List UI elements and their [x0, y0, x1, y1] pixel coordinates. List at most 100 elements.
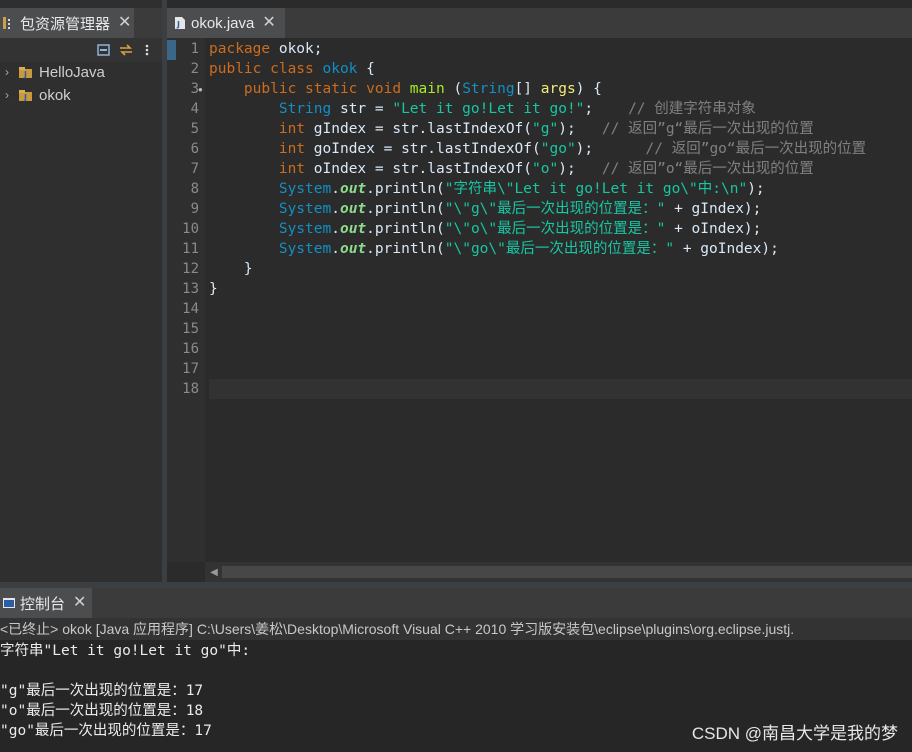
code-text: . — [331, 181, 340, 197]
close-icon[interactable]: ✕ — [73, 595, 86, 611]
code-line-4: String str = "Let it go!Let it go!"; // … — [209, 99, 756, 119]
keyword: int — [278, 141, 306, 157]
code-text: } — [209, 281, 218, 297]
static-field: out — [339, 241, 367, 257]
svg-text:J: J — [176, 20, 180, 29]
code-text: gIndex = str.lastIndexOf( — [305, 121, 533, 137]
code-text: + gIndex); — [665, 201, 762, 217]
tab-label: okok.java — [191, 14, 255, 32]
method-name: main — [401, 81, 445, 97]
console-status-line: <已终止> okok [Java 应用程序] C:\Users\姜松\Deskt… — [0, 618, 912, 640]
code-line-12: } — [209, 259, 253, 279]
tree-item-okok[interactable]: › J okok — [0, 84, 71, 106]
tab-okok-java[interactable]: J okok.java ✕ — [167, 8, 285, 38]
line-number: 6 — [190, 141, 199, 157]
code-text: .println( — [366, 181, 445, 197]
line-number: 11 — [182, 241, 199, 257]
close-icon[interactable]: ✕ — [118, 15, 131, 31]
code-text: .println( — [366, 221, 445, 237]
string-literal: "g" — [532, 121, 559, 137]
code-line-3: public static void main (String[] args) … — [209, 79, 602, 99]
code-text: ); — [747, 181, 765, 197]
string-literal: "字符串\"Let it go!Let it go\"中:\n" — [444, 181, 748, 197]
code-line-8: System.out.println("字符串\"Let it go!Let i… — [209, 179, 765, 199]
string-literal: "Let it go!Let it go!" — [392, 101, 585, 117]
code-text: .println( — [366, 241, 445, 257]
code-line-10: System.out.println("\"o\"最后一次出现的位置是：" + … — [209, 219, 762, 239]
string-literal: "go" — [540, 141, 576, 157]
code-text: . — [331, 241, 340, 257]
line-number: 3 — [190, 81, 199, 97]
class-name: System — [278, 201, 332, 217]
code-line-7: int oIndex = str.lastIndexOf("o"); // 返回… — [209, 159, 814, 179]
class-name: System — [278, 241, 332, 257]
line-number: 17 — [182, 361, 199, 377]
class-name: okok — [313, 61, 358, 77]
line-number: 18 — [182, 381, 199, 397]
tree-item-hellojava[interactable]: › J HelloJava — [0, 61, 105, 83]
code-text: .println( — [366, 201, 445, 217]
chevron-right-icon[interactable]: › — [0, 88, 14, 102]
tab-console[interactable]: 控制台 ✕ — [0, 588, 92, 618]
keyword: public class — [209, 61, 314, 77]
java-project-icon: J — [19, 90, 32, 102]
scroll-left-icon[interactable]: ◀ — [207, 565, 221, 579]
code-text: ( — [444, 81, 463, 97]
keyword: int — [278, 161, 306, 177]
static-field: out — [339, 221, 367, 237]
collapse-all-icon[interactable] — [97, 44, 111, 56]
tree-item-label: okok — [39, 86, 71, 104]
line-number: 16 — [182, 341, 199, 357]
line-number: 12 — [182, 261, 199, 277]
class-name: System — [278, 221, 332, 237]
code-text: ); — [558, 121, 576, 137]
tree-item-label: HelloJava — [39, 63, 105, 81]
code-text: oIndex = str.lastIndexOf( — [305, 161, 533, 177]
line-number: 5 — [190, 121, 199, 137]
code-text: ); — [558, 161, 576, 177]
close-icon[interactable]: ✕ — [262, 15, 275, 31]
string-literal: "\"o\"最后一次出现的位置是：" — [444, 221, 666, 237]
code-line-2: public class okok { — [209, 59, 375, 79]
code-line-6: int goIndex = str.lastIndexOf("go"); // … — [209, 139, 866, 159]
code-line-13: } — [209, 279, 218, 299]
code-text: . — [331, 221, 340, 237]
svg-text:J: J — [23, 70, 27, 79]
scrollbar-thumb[interactable] — [222, 566, 912, 578]
fold-collapse-icon[interactable]: ● — [198, 85, 203, 94]
chevron-right-icon[interactable]: › — [0, 65, 14, 79]
line-number: 7 — [190, 161, 199, 177]
code-text: + goIndex); — [674, 241, 779, 257]
tab-label: 控制台 — [20, 595, 66, 613]
tab-label: 包资源管理器 — [20, 15, 111, 33]
link-editor-icon[interactable] — [119, 44, 133, 56]
code-text: okok; — [270, 41, 323, 57]
code-text: ); — [575, 141, 594, 157]
console-output-line: "g"最后一次出现的位置是：17 — [0, 683, 204, 699]
line-number: 13 — [182, 281, 199, 297]
code-text: ) { — [575, 81, 602, 97]
comment: // 返回”go“最后一次出现的位置 — [645, 141, 867, 157]
line-number: 10 — [182, 221, 199, 237]
code-line-11: System.out.println("\"go\"最后一次出现的位置是：" +… — [209, 239, 779, 259]
package-explorer-icon — [3, 17, 10, 29]
code-text: str = — [331, 101, 393, 117]
tab-package-explorer[interactable]: 包资源管理器 ✕ — [0, 8, 134, 38]
console-output-line: "o"最后一次出现的位置是：18 — [0, 703, 204, 719]
java-file-icon: J — [175, 17, 185, 29]
view-menu-icon[interactable] — [143, 44, 151, 56]
watermark: CSDN @南昌大学是我的梦 — [691, 724, 898, 743]
line-number: 4 — [190, 101, 199, 117]
param-name: args — [540, 81, 576, 97]
code-text: } — [243, 261, 253, 277]
code-text: goIndex = str.lastIndexOf( — [305, 141, 541, 157]
code-text: { — [357, 61, 375, 77]
keyword: public static void — [243, 81, 402, 97]
line-number: 1 — [190, 41, 199, 57]
console-output-line: "go"最后一次出现的位置是：17 — [0, 723, 212, 739]
code-line-5: int gIndex = str.lastIndexOf("g"); // 返回… — [209, 119, 814, 139]
static-field: out — [339, 181, 367, 197]
static-field: out — [339, 201, 367, 217]
code-line-9: System.out.println("\"g\"最后一次出现的位置是：" + … — [209, 199, 762, 219]
console-icon — [3, 598, 15, 608]
